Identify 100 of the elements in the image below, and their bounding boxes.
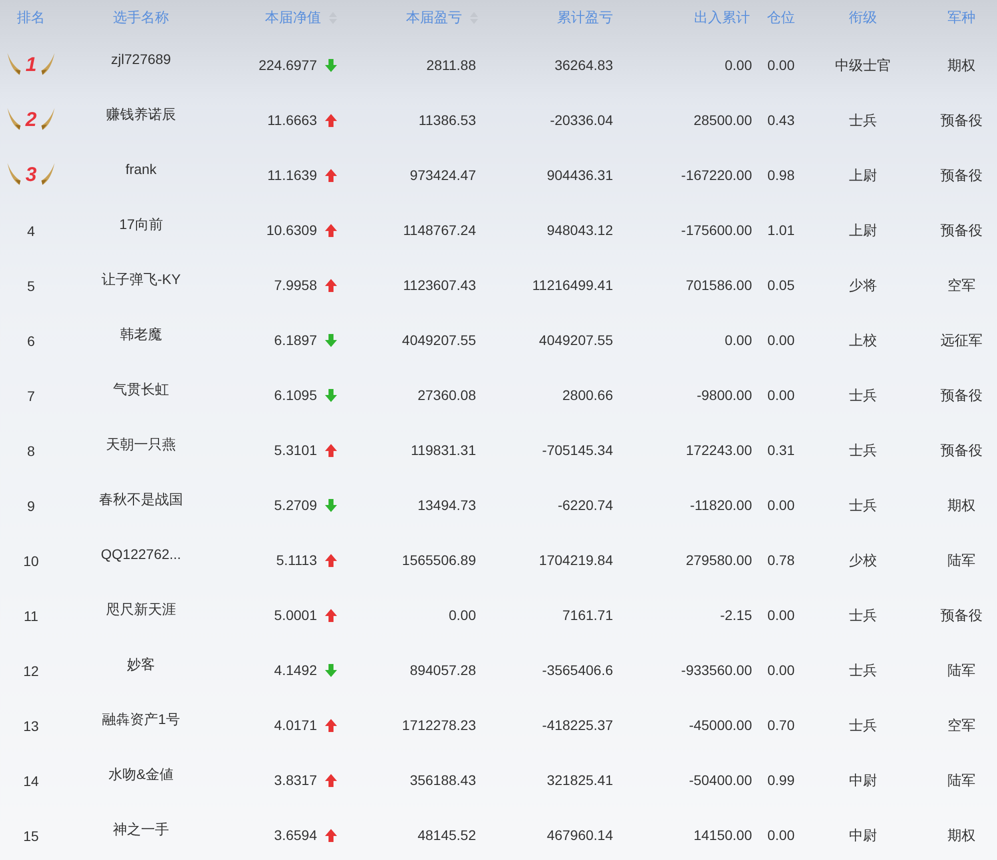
player-name[interactable]: 让子弹飞-KY — [101, 269, 181, 290]
table-cell-text: -175600.00 — [681, 221, 752, 240]
table-cell-text: 中级士官 — [835, 56, 891, 75]
table-cell-text: 2800.66 — [562, 386, 613, 405]
table-cell-text: -933560.00 — [681, 661, 752, 680]
table-cell-text: 11.1639 — [267, 166, 317, 185]
player-name[interactable]: 融犇资产1号 — [102, 709, 180, 730]
table-cell-text: 3.8317 — [274, 771, 317, 790]
table-cell-text: 士兵 — [849, 441, 877, 460]
table-cell-text: 陆军 — [948, 771, 976, 790]
table-cell-text: 士兵 — [849, 716, 877, 735]
column-header: 选手名称 — [113, 8, 169, 27]
player-name[interactable]: 韩老魔 — [120, 324, 162, 345]
table-cell-text: 894057.28 — [410, 661, 476, 680]
table-cell-text: 14150.00 — [694, 826, 752, 845]
table-cell-text: 4049207.55 — [402, 331, 476, 350]
table-cell-text: 0.00 — [767, 386, 795, 405]
rank-number: 6 — [27, 332, 35, 351]
rank-number: 14 — [23, 772, 39, 791]
table-cell-text: 356188.43 — [410, 771, 476, 790]
table-cell-text: -9800.00 — [696, 386, 752, 405]
column-header: 排名 — [17, 8, 45, 27]
table-cell-text: 预备役 — [940, 441, 982, 460]
table-cell-text: -3565406.6 — [542, 661, 613, 680]
rank-number: 7 — [27, 387, 35, 406]
table-cell-text: 0.00 — [767, 826, 795, 845]
player-name[interactable]: 春秋不是战国 — [99, 489, 183, 510]
table-cell-text: 279580.00 — [686, 551, 752, 570]
table-cell-text: 28500.00 — [694, 111, 752, 130]
rank-number: 13 — [23, 717, 39, 736]
table-cell-text: 701586.00 — [686, 276, 752, 295]
table-cell-text: 陆军 — [948, 551, 976, 570]
table-cell-text: 远征军 — [940, 331, 982, 350]
table-cell-text: 0.99 — [767, 771, 795, 790]
player-name[interactable]: 17向前 — [119, 214, 163, 235]
table-cell-text: -418225.37 — [542, 716, 613, 735]
rank-number: 10 — [23, 552, 39, 571]
table-cell-text: 0.00 — [767, 56, 795, 75]
table-cell-text: 预备役 — [940, 166, 982, 185]
wing-icon — [40, 52, 56, 76]
table-cell-text: 6.1095 — [274, 386, 317, 405]
table-cell-text: 1565506.89 — [402, 551, 476, 570]
column-header: 出入累计 — [694, 8, 750, 27]
table-cell-text: 973424.47 — [410, 166, 476, 185]
table-cell-text: 7161.71 — [562, 606, 613, 625]
table-cell-text: 7.9958 — [274, 276, 317, 295]
column-header: 累计盈亏 — [557, 8, 613, 27]
rank-number: 1 — [25, 54, 37, 76]
player-name[interactable]: 天朝一只燕 — [106, 434, 176, 455]
table-cell-text: 36264.83 — [554, 56, 613, 75]
table-cell-text: 0.00 — [767, 496, 795, 515]
table-cell-text: 6.1897 — [274, 331, 317, 350]
wing-icon — [40, 162, 56, 186]
player-name[interactable]: 神之一手 — [113, 819, 169, 840]
column-header: 仓位 — [767, 8, 795, 27]
table-cell-text: 172243.00 — [686, 441, 752, 460]
table-cell-text: 948043.12 — [546, 221, 613, 240]
table-cell-text: 10.6309 — [266, 221, 317, 240]
wing-icon — [40, 106, 56, 130]
table-cell-text: 0.70 — [767, 716, 795, 735]
table-cell-text: 4.1492 — [274, 661, 317, 680]
table-cell-text: 士兵 — [849, 111, 877, 130]
table-cell-text: 预备役 — [940, 111, 982, 130]
table-cell-text: -50400.00 — [688, 771, 752, 790]
table-cell-text: 0.00 — [767, 331, 795, 350]
player-name[interactable]: QQ122762... — [100, 544, 182, 565]
table-cell-text: 0.00 — [448, 606, 476, 625]
player-name[interactable]: 妙客 — [127, 654, 155, 675]
table-cell-text: 224.6977 — [258, 56, 317, 75]
table-cell-text: 5.1113 — [276, 551, 317, 570]
table-cell-text: 少将 — [849, 276, 877, 295]
table-cell-text: 士兵 — [849, 496, 877, 515]
table-cell-text: 0.00 — [724, 56, 752, 75]
table-cell-text: 少校 — [849, 551, 877, 570]
table-cell-text: 士兵 — [849, 606, 877, 625]
table-cell-text: 467960.14 — [546, 826, 613, 845]
table-cell-text: 0.05 — [767, 276, 795, 295]
table-cell-text: -20336.04 — [550, 111, 613, 130]
table-cell-text: 4049207.55 — [539, 331, 613, 350]
rank-number: 3 — [25, 164, 37, 186]
table-cell-text: 中尉 — [849, 771, 877, 790]
table-cell-text: 空军 — [948, 716, 976, 735]
rank-number: 11 — [24, 607, 38, 626]
column-header: 衔级 — [849, 8, 877, 27]
player-name[interactable]: 水吻&金値 — [108, 764, 174, 785]
player-name[interactable]: 咫尺新天涯 — [106, 599, 176, 620]
table-cell-text: -6220.74 — [558, 496, 613, 515]
player-name[interactable]: 气贯长虹 — [113, 379, 169, 400]
table-cell-text: -11820.00 — [690, 496, 752, 515]
player-name[interactable]: frank — [125, 159, 157, 180]
table-cell-text: -45000.00 — [688, 716, 752, 735]
player-name[interactable]: zjl727689 — [111, 49, 171, 70]
table-cell-text: 904436.31 — [546, 166, 613, 185]
table-cell-text: 0.00 — [767, 606, 795, 625]
table-cell-text: 预备役 — [940, 386, 982, 405]
table-cell-text: -2.15 — [720, 606, 752, 625]
table-cell-text: 4.0171 — [274, 716, 317, 735]
player-name[interactable]: 赚钱养诺辰 — [106, 104, 176, 125]
table-cell-text: 期权 — [948, 56, 976, 75]
table-cell-text: 0.00 — [767, 661, 795, 680]
